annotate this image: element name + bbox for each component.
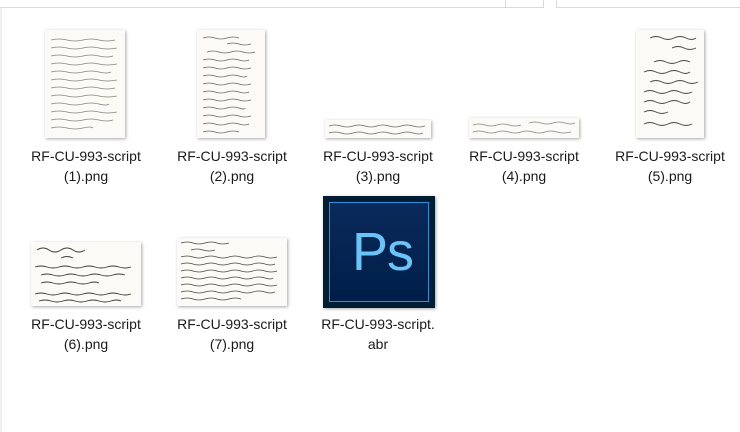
file-item-6[interactable]: RF-CU-993-script (6).png (16, 196, 156, 352)
file-name-label: RF-CU-993-script (1).png (31, 148, 141, 184)
photoshop-logo-text: Ps (352, 222, 414, 282)
pane-border (0, 8, 2, 432)
image-thumbnail (469, 118, 579, 138)
file-name-label: RF-CU-993-script (3).png (323, 148, 433, 184)
refresh-button[interactable] (506, 0, 544, 8)
image-thumbnail (45, 30, 125, 138)
address-bar-area (0, 0, 740, 8)
file-item-1[interactable]: RF-CU-993-script (1).png (16, 28, 156, 184)
file-item-8[interactable]: Ps RF-CU-993-script. abr (308, 196, 448, 352)
file-name-label: RF-CU-993-script (2).png (177, 148, 287, 184)
file-item-3[interactable]: RF-CU-993-script (3).png (308, 28, 448, 184)
image-thumbnail (636, 30, 704, 138)
file-name-label: RF-CU-993-script (5).png (615, 148, 725, 184)
file-item-4[interactable]: RF-CU-993-script (4).png (454, 28, 594, 184)
image-thumbnail (325, 120, 431, 138)
image-thumbnail (177, 238, 287, 306)
file-item-2[interactable]: RF-CU-993-script (2).png (162, 28, 302, 184)
file-item-5[interactable]: RF-CU-993-script (5).png (600, 28, 740, 184)
address-bar[interactable] (0, 0, 506, 8)
file-name-label: RF-CU-993-script (7).png (177, 316, 287, 352)
file-name-label: RF-CU-993-script (4).png (469, 148, 579, 184)
file-name-label: RF-CU-993-script (6).png (31, 316, 141, 352)
search-input[interactable] (556, 0, 740, 8)
file-name-label: RF-CU-993-script. abr (321, 316, 435, 352)
image-thumbnail (31, 242, 141, 306)
photoshop-icon: Ps (323, 196, 435, 308)
file-item-7[interactable]: RF-CU-993-script (7).png (162, 196, 302, 352)
image-thumbnail (197, 30, 265, 138)
